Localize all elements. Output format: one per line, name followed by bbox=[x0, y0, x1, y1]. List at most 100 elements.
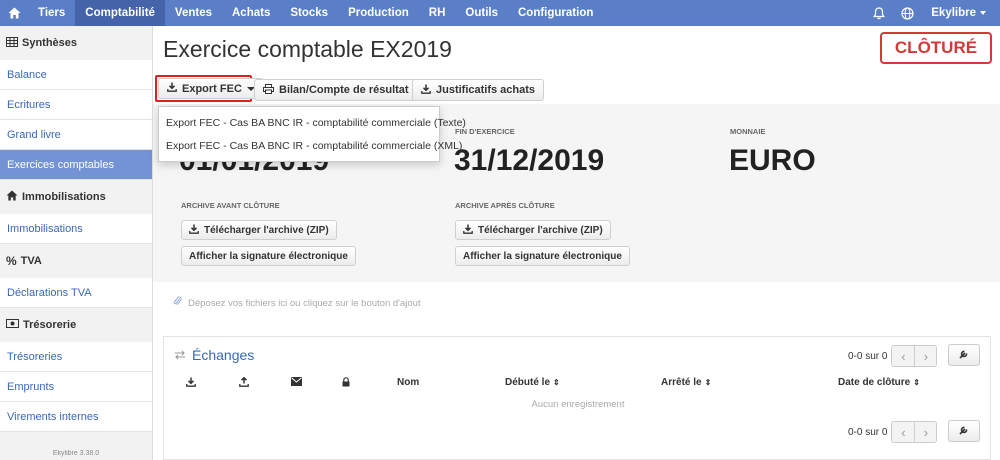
sidebar-heading-syntheses: Synthèses bbox=[0, 26, 152, 60]
download-icon bbox=[186, 377, 196, 387]
sidebar-item-balance[interactable]: Balance bbox=[0, 60, 152, 90]
export-fec-button[interactable]: Export FEC bbox=[158, 78, 264, 99]
end-date-value: 31/12/2019 bbox=[454, 144, 605, 177]
exchanges-panel: Échanges 0-0 sur 0 ‹ › Nom Débuté le ⇕ A… bbox=[163, 336, 991, 460]
column-cloture-label: Date de clôture bbox=[838, 377, 911, 388]
pager-bottom: 0-0 sur 0 ‹ › bbox=[848, 421, 938, 443]
nav-rh[interactable]: RH bbox=[419, 0, 456, 26]
download-icon bbox=[189, 224, 199, 237]
sidebar-heading-label: Immobilisations bbox=[22, 191, 106, 203]
currency-label: Monnaie bbox=[730, 127, 766, 136]
dropdown-item-fec-xml[interactable]: Export FEC - Cas BA BNC IR - comptabilit… bbox=[159, 134, 462, 157]
home-icon[interactable] bbox=[0, 0, 28, 26]
column-arrete[interactable]: Arrêté le ⇕ bbox=[661, 377, 711, 388]
settings-wrench-button[interactable] bbox=[948, 344, 980, 366]
empty-message: Aucun enregistrement bbox=[531, 399, 625, 410]
user-menu[interactable]: Ekylibre bbox=[921, 7, 1000, 19]
main-content: Exercice comptable EX2019 CLÔTURÉ Export… bbox=[153, 26, 1000, 460]
chevron-left-icon[interactable]: ‹ bbox=[892, 346, 915, 366]
sidebar-heading-label: Synthèses bbox=[22, 37, 78, 49]
file-dropzone[interactable]: Déposez vos fichiers ici ou cliquez sur … bbox=[153, 282, 1000, 324]
user-name: Ekylibre bbox=[931, 7, 976, 19]
export-fec-label: Export FEC bbox=[182, 82, 242, 95]
dropzone-text: Déposez vos fichiers ici ou cliquez sur … bbox=[188, 297, 421, 309]
sidebar-item-exercices-comptables[interactable]: Exercices comptables bbox=[0, 150, 152, 180]
sidebar-item-virements-internes[interactable]: Virements internes bbox=[0, 402, 152, 432]
chevron-left-icon[interactable]: ‹ bbox=[892, 422, 915, 442]
download-archive-before-button[interactable]: Télécharger l'archive (ZIP) bbox=[181, 220, 337, 240]
globe-icon[interactable] bbox=[893, 6, 921, 20]
archive-before-label: Archive avant clôture bbox=[181, 201, 280, 210]
sidebar: Synthèses Balance Ecritures Grand livre … bbox=[0, 26, 153, 460]
sidebar-item-grand-livre[interactable]: Grand livre bbox=[0, 120, 152, 150]
download-icon bbox=[167, 82, 177, 95]
nav-configuration[interactable]: Configuration bbox=[508, 0, 603, 26]
wrench-icon bbox=[958, 348, 970, 362]
pager-text: 0-0 sur 0 bbox=[848, 426, 888, 438]
justificatifs-button[interactable]: Justificatifs achats bbox=[412, 79, 545, 101]
download-archive-label: Télécharger l'archive (ZIP) bbox=[204, 224, 329, 236]
envelope-icon bbox=[291, 377, 302, 386]
sidebar-heading-label: TVA bbox=[20, 255, 42, 267]
show-signature-before-button[interactable]: Afficher la signature électronique bbox=[181, 246, 356, 266]
download-icon bbox=[463, 224, 473, 237]
sort-icon: ⇕ bbox=[553, 378, 560, 387]
sidebar-heading-label: Trésorerie bbox=[23, 319, 77, 331]
show-signature-after-button[interactable]: Afficher la signature électronique bbox=[455, 246, 630, 266]
justificatifs-label: Justificatifs achats bbox=[436, 84, 536, 96]
sidebar-item-tresoreries[interactable]: Trésoreries bbox=[0, 342, 152, 372]
column-arrete-label: Arrêté le bbox=[661, 377, 702, 388]
sidebar-heading-tva: % TVA bbox=[0, 244, 152, 278]
sidebar-item-ecritures[interactable]: Ecritures bbox=[0, 90, 152, 120]
sidebar-item-immobilisations[interactable]: Immobilisations bbox=[0, 214, 152, 244]
exchanges-title-label: Échanges bbox=[192, 347, 255, 363]
column-cloture[interactable]: Date de clôture ⇕ bbox=[838, 377, 920, 388]
download-archive-label: Télécharger l'archive (ZIP) bbox=[478, 224, 603, 236]
top-nav: Tiers Comptabilité Ventes Achats Stocks … bbox=[0, 0, 1000, 26]
column-nom[interactable]: Nom bbox=[397, 377, 419, 388]
paperclip-icon bbox=[173, 296, 182, 310]
bell-icon[interactable] bbox=[865, 6, 893, 20]
sidebar-item-emprunts[interactable]: Emprunts bbox=[0, 372, 152, 402]
column-debute[interactable]: Débuté le ⇕ bbox=[505, 377, 560, 388]
chevron-right-icon[interactable]: › bbox=[914, 346, 937, 366]
dropdown-item-fec-text[interactable]: Export FEC - Cas BA BNC IR - comptabilit… bbox=[159, 111, 466, 134]
pager-top: 0-0 sur 0 ‹ › bbox=[848, 345, 938, 367]
print-icon bbox=[263, 83, 274, 97]
sidebar-heading-tresorerie: Trésorerie bbox=[0, 308, 152, 342]
exchange-arrows-icon bbox=[174, 347, 186, 363]
nav-production[interactable]: Production bbox=[338, 0, 419, 26]
upload-icon bbox=[239, 377, 249, 387]
nav-tiers[interactable]: Tiers bbox=[28, 0, 75, 26]
nav-ventes[interactable]: Ventes bbox=[165, 0, 222, 26]
table-icon bbox=[6, 36, 18, 50]
exchanges-title: Échanges bbox=[174, 347, 254, 363]
table-header: Nom Débuté le ⇕ Arrêté le ⇕ Date de clôt… bbox=[164, 377, 992, 393]
sort-icon: ⇕ bbox=[704, 378, 712, 387]
percent-icon: % bbox=[6, 254, 17, 268]
sidebar-item-declarations-tva[interactable]: Déclarations TVA bbox=[0, 278, 152, 308]
sort-icon: ⇕ bbox=[913, 378, 920, 387]
nav-achats[interactable]: Achats bbox=[222, 0, 280, 26]
download-archive-after-button[interactable]: Télécharger l'archive (ZIP) bbox=[455, 220, 611, 240]
status-stamp: CLÔTURÉ bbox=[880, 32, 992, 64]
archive-after-label: Archive après clôture bbox=[455, 201, 555, 210]
download-icon bbox=[421, 84, 431, 97]
nav-outils[interactable]: Outils bbox=[455, 0, 508, 26]
chevron-right-icon[interactable]: › bbox=[914, 422, 937, 442]
nav-comptabilite[interactable]: Comptabilité bbox=[75, 0, 165, 26]
wrench-icon bbox=[958, 424, 970, 438]
sidebar-heading-immobilisations: Immobilisations bbox=[0, 180, 152, 214]
nav-stocks[interactable]: Stocks bbox=[280, 0, 338, 26]
bilan-button[interactable]: Bilan/Compte de résultat bbox=[254, 79, 431, 101]
export-fec-dropdown: Export FEC - Cas BA BNC IR - comptabilit… bbox=[158, 106, 466, 162]
home-icon bbox=[6, 190, 18, 204]
currency-value: EURO bbox=[729, 144, 816, 177]
app-version: Ekylibre 3.38.0 bbox=[52, 450, 100, 457]
chevron-down-icon bbox=[980, 11, 986, 15]
settings-wrench-button[interactable] bbox=[948, 420, 980, 442]
bilan-label: Bilan/Compte de résultat bbox=[279, 84, 409, 96]
lock-icon bbox=[342, 377, 350, 387]
pager-text: 0-0 sur 0 bbox=[848, 350, 888, 362]
money-icon bbox=[6, 319, 19, 331]
